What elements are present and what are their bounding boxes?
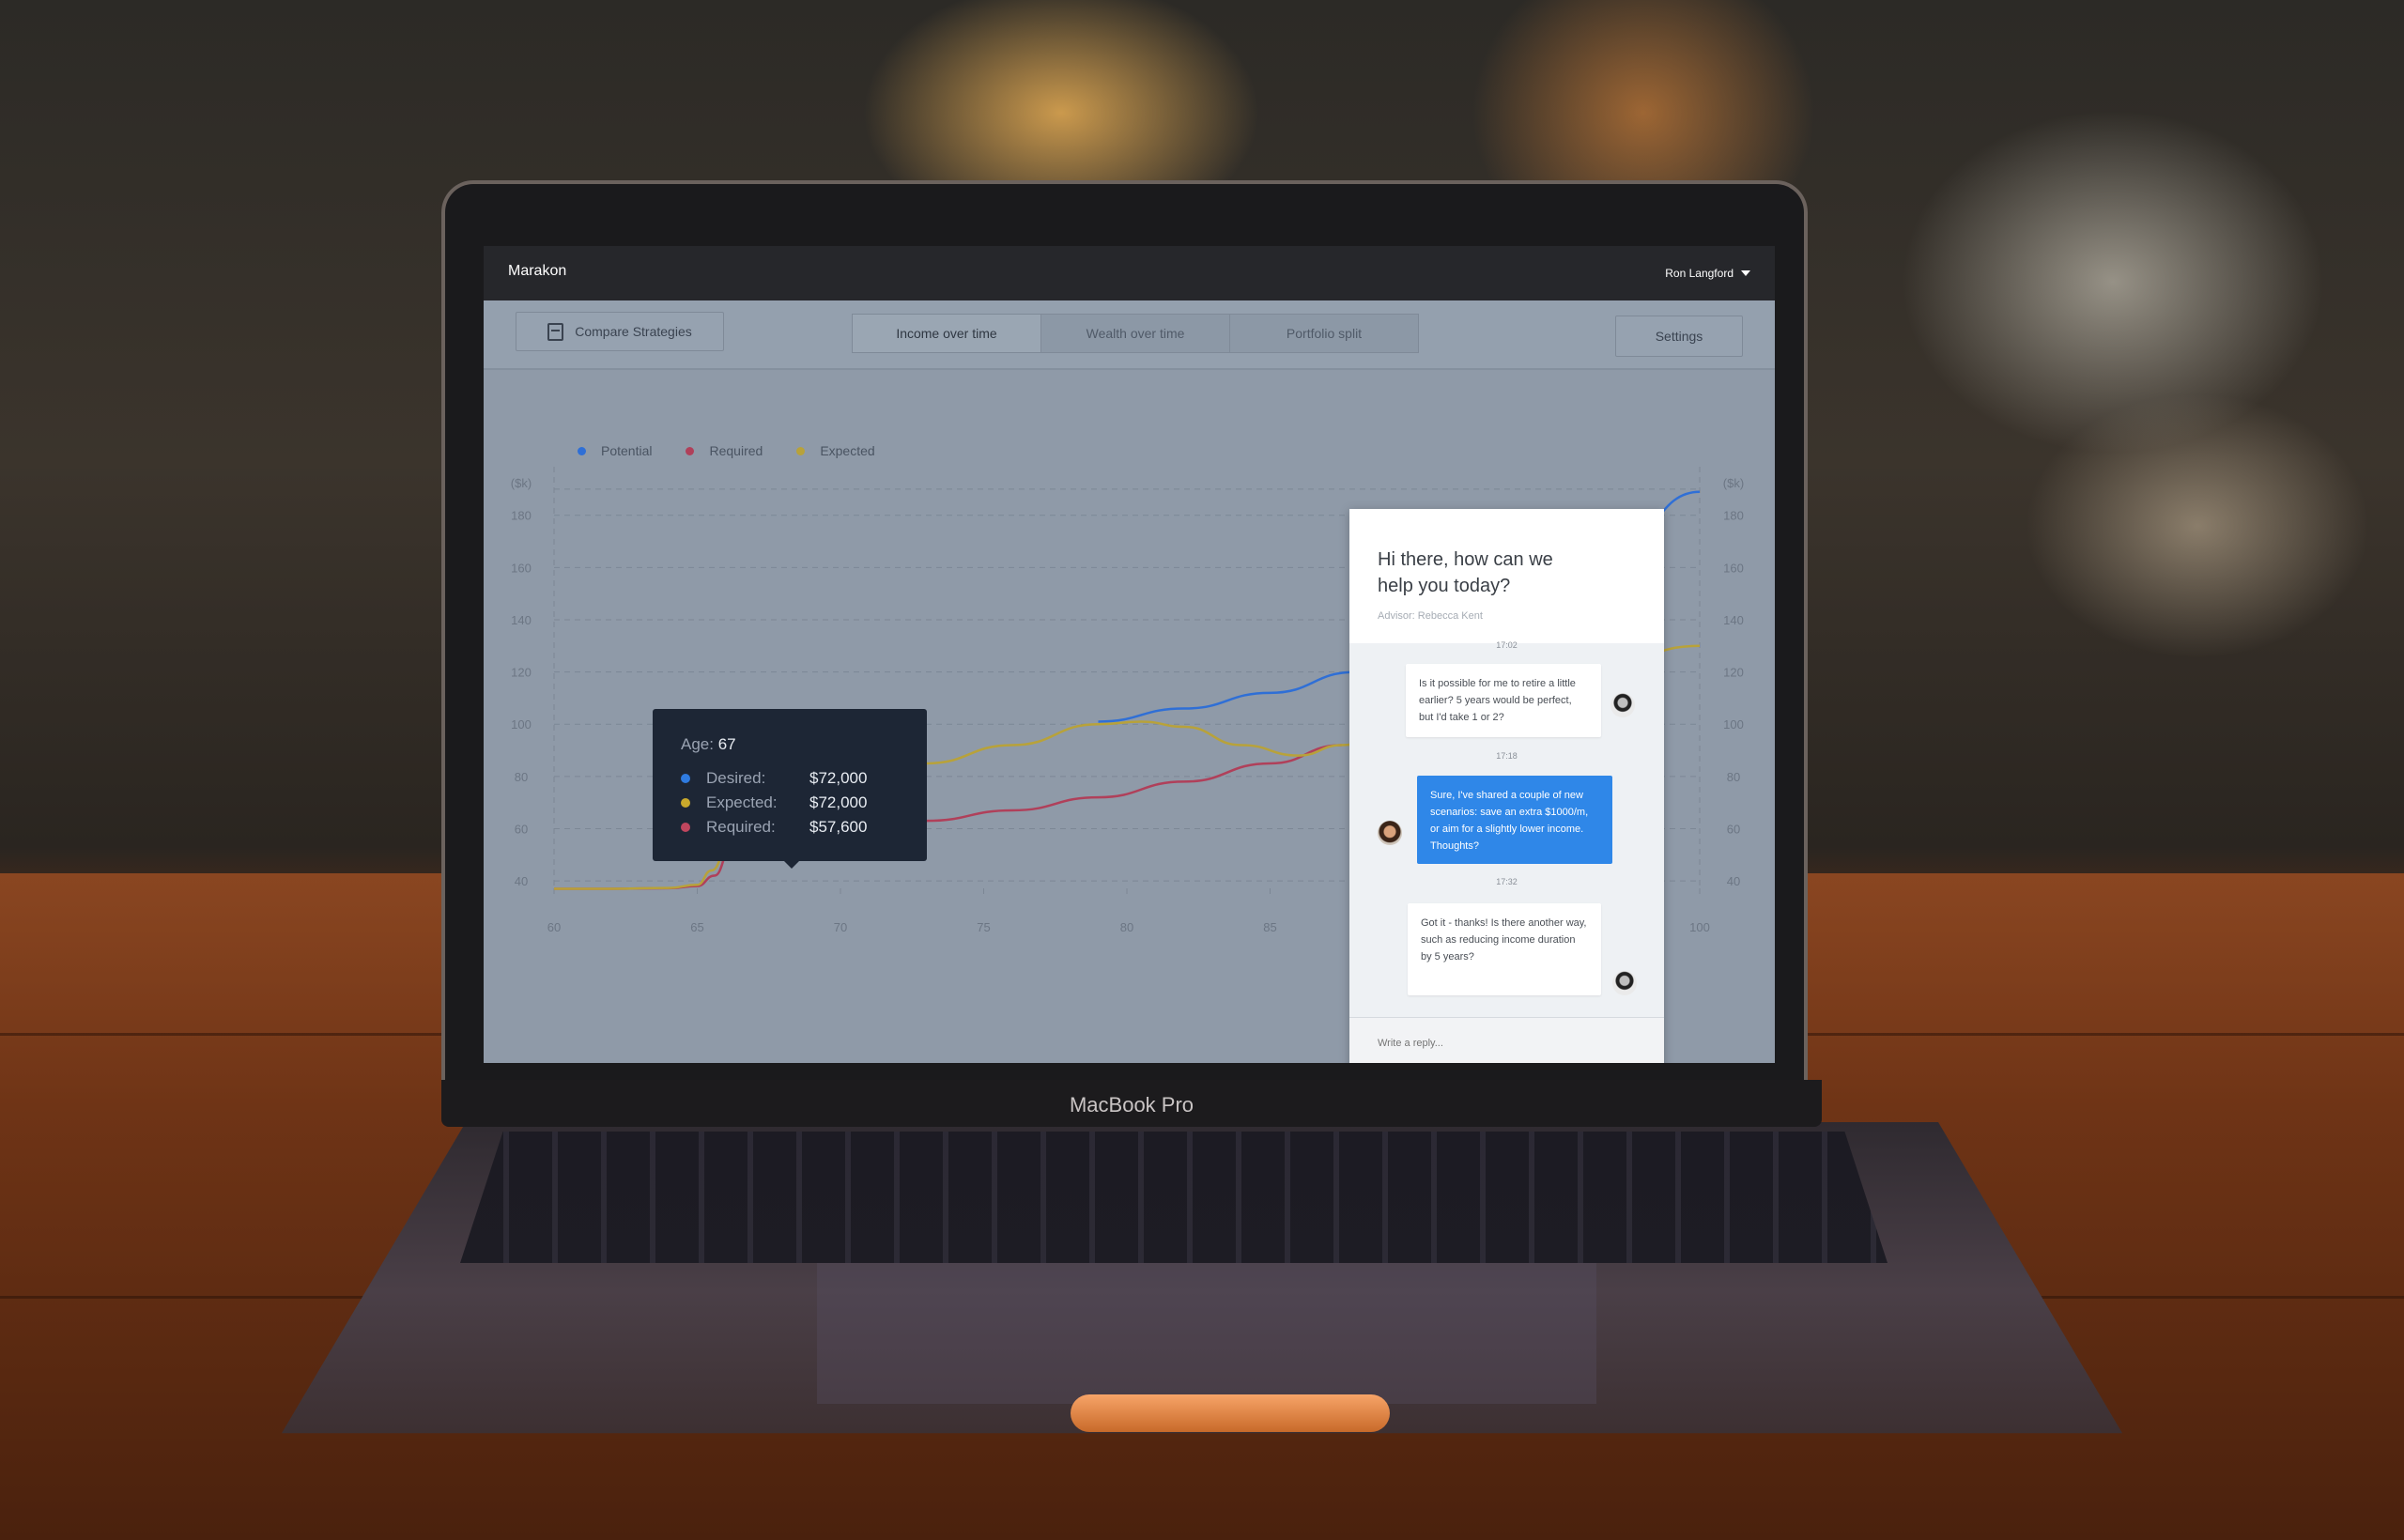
x-tick-label: 65 [690,920,703,934]
toolbar: Compare Strategies Income over time Weal… [484,300,1775,370]
laptop-hinge: MacBook Pro [441,1080,1822,1127]
chat-message-user: Is it possible for me to retire a little… [1406,664,1601,737]
y-tick-label-left: 160 [511,561,532,575]
tooltip-value: $72,000 [809,769,868,787]
tooltip-row-desired: Desired: $72,000 [681,769,867,788]
tooltip-row-expected: Expected: $72,000 [681,793,867,812]
view-tabs: Income over time Wealth over time Portfo… [852,314,1419,353]
desired-dot-icon [681,774,690,783]
compare-icon [547,322,564,341]
device-brand-label: MacBook Pro [1069,1093,1194,1116]
tooltip-label: Desired: [706,769,766,787]
x-tick-label: 80 [1120,920,1133,934]
tooltip-age-value: 67 [717,735,736,753]
message-timestamp: 17:32 [1496,877,1518,886]
tab-income-over-time[interactable]: Income over time [853,315,1041,352]
y-tick-label-left: 80 [515,770,528,784]
chart-tooltip: Age: 67 Desired: $72,000 Expected: $72,0… [653,709,927,869]
laptop-trackpad [817,1263,1596,1404]
chat-message-advisor: Sure, I've shared a couple of new scenar… [1417,776,1612,864]
chat-message-user: Got it - thanks! Is there another way, s… [1408,903,1601,995]
y-tick-label-right: 100 [1723,717,1744,732]
y-tick-label-left: 60 [515,822,528,836]
user-name: Ron Langford [1665,267,1734,280]
required-dot-icon [681,823,690,832]
x-tick-label: 85 [1263,920,1276,934]
message-timestamp: 17:02 [1496,640,1518,650]
compare-strategies-label: Compare Strategies [575,324,692,339]
x-tick-label: 100 [1689,920,1710,934]
y-tick-label-right: 120 [1723,666,1744,680]
y-tick-label-right: 40 [1727,874,1740,888]
app-title: Marakon [508,263,567,279]
message-timestamp: 17:18 [1496,751,1518,761]
y-tick-label-right: 140 [1723,613,1744,627]
user-avatar [1612,971,1637,995]
y-tick-label-left: 40 [515,874,528,888]
tooltip-age: Age: 67 [681,735,736,754]
caret-down-icon [1741,270,1750,276]
tooltip-age-label: Age: [681,735,714,753]
y-tick-label-left: 180 [511,509,532,523]
expected-dot-icon [681,798,690,808]
compare-strategies-button[interactable]: Compare Strategies [516,312,724,351]
user-menu[interactable]: Ron Langford [1665,267,1750,280]
app-header: Marakon Ron Langford [484,246,1775,300]
chat-panel: Hi there, how can we help you today? Adv… [1349,509,1664,1063]
reply-bar [1349,1017,1664,1063]
x-tick-label: 60 [547,920,561,934]
user-avatar [1610,693,1635,717]
income-chart: Potential Required Expected 40 40 60 60 80 80… [484,368,1775,1063]
y-tick-label-right: 180 [1723,509,1744,523]
tab-portfolio-split[interactable]: Portfolio split [1230,315,1418,352]
y-tick-label-right: 80 [1727,770,1740,784]
tooltip-row-required: Required: $57,600 [681,818,867,837]
y-tick-label-left: 100 [511,717,532,732]
tooltip-value: $72,000 [809,793,868,811]
tooltip-label: Required: [706,818,776,836]
y-axis-label-left: ($k) [511,476,532,490]
laptop-keyboard [460,1132,1888,1263]
laptop-front-edge [1071,1394,1390,1432]
y-tick-label-right: 160 [1723,561,1744,575]
x-tick-label: 70 [834,920,847,934]
tab-wealth-over-time[interactable]: Wealth over time [1041,315,1230,352]
x-tick-label: 75 [977,920,990,934]
y-tick-label-right: 60 [1727,822,1740,836]
advisor-avatar [1378,821,1402,845]
chat-title: Hi there, how can we help you today? [1378,549,1553,596]
chat-header: Hi there, how can we help you today? Adv… [1349,509,1664,643]
laptop-screen: Marakon Ron Langford Compare Strategies … [484,246,1775,1063]
y-tick-label-left: 120 [511,666,532,680]
chat-advisor: Advisor: Rebecca Kent [1378,610,1483,622]
settings-button[interactable]: Settings [1615,316,1743,357]
y-tick-label-left: 140 [511,613,532,627]
y-axis-label-right: ($k) [1723,476,1744,490]
tooltip-value: $57,600 [809,818,868,836]
reply-input[interactable] [1376,1037,1633,1050]
tooltip-label: Expected: [706,793,778,811]
